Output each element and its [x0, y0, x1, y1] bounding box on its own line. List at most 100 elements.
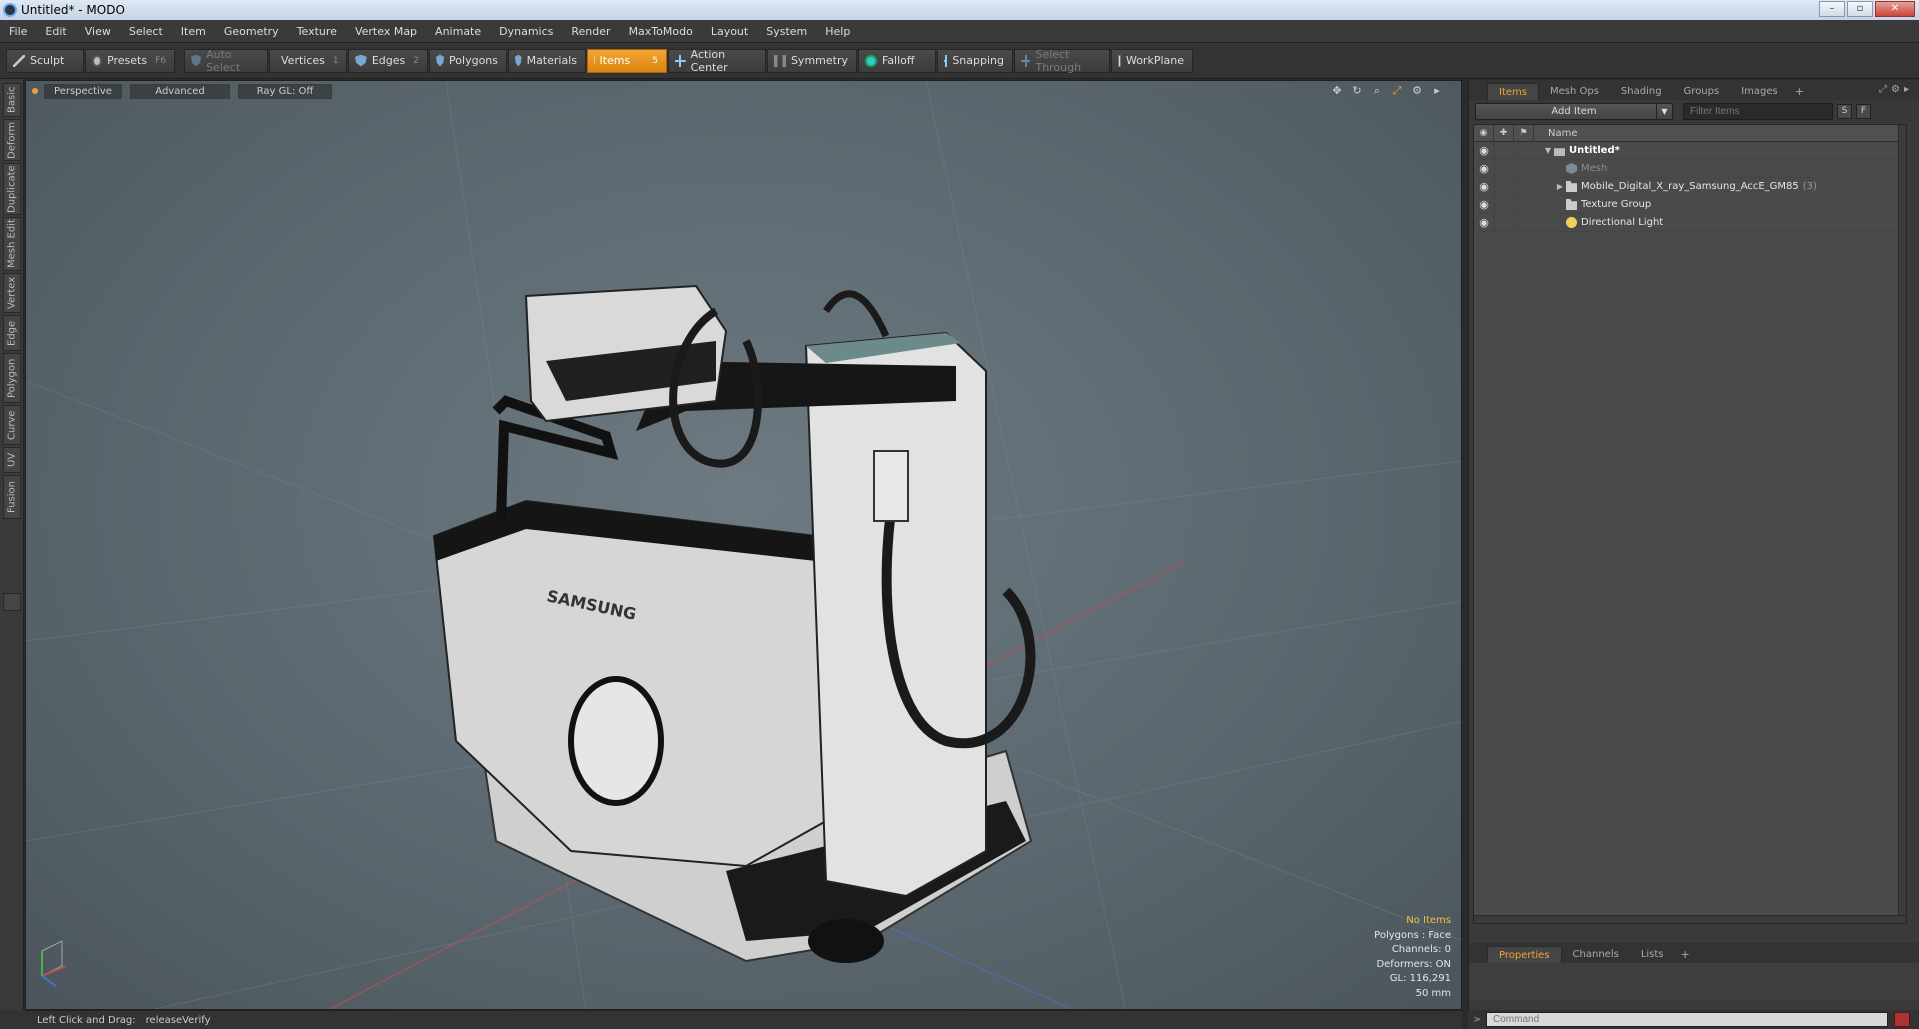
items-button[interactable]: Items 5	[587, 48, 667, 73]
panel-options-icon[interactable]: ⤢⚙▸	[1879, 84, 1913, 95]
name-column-header[interactable]: Name	[1534, 128, 1578, 139]
tab-uv[interactable]: UV	[3, 447, 21, 473]
tab-mesh-edit[interactable]: Mesh Edit	[3, 217, 21, 271]
tab-extra[interactable]	[3, 593, 21, 611]
lock-column-icon[interactable]: ✚	[1494, 124, 1514, 142]
tab-fusion[interactable]: Fusion	[3, 475, 21, 519]
vertices-shortcut: 1	[332, 55, 339, 66]
zoom-icon[interactable]: ⌕	[1371, 85, 1383, 97]
tab-groups[interactable]: Groups	[1673, 83, 1731, 100]
tab-images[interactable]: Images	[1730, 83, 1789, 100]
tab-duplicate[interactable]: Duplicate	[3, 163, 21, 215]
tab-edge[interactable]: Edge	[3, 315, 21, 351]
tree-vertical-scrollbar[interactable]	[1898, 125, 1906, 923]
f-button[interactable]: F	[1856, 103, 1871, 119]
falloff-label: Falloff	[882, 54, 915, 67]
tree-row-directional-light[interactable]: ◉ Directional Light	[1474, 213, 1906, 232]
chevron-down-icon: ▼	[1656, 103, 1672, 119]
menu-item[interactable]: Item	[172, 25, 215, 38]
menu-dynamics[interactable]: Dynamics	[490, 25, 562, 38]
fit-icon[interactable]: ⤢	[1391, 85, 1403, 97]
viewport-info-overlay: No Items Polygons : Face Channels: 0 Def…	[1374, 914, 1451, 1001]
modo-logo-icon	[3, 3, 17, 17]
snapping-button[interactable]: Snapping	[937, 48, 1013, 73]
title-bar: Untitled* - MODO – ▫ ✕	[0, 0, 1919, 20]
eye-icon[interactable]: ◉	[1474, 198, 1494, 211]
sculpt-button[interactable]: Sculpt	[6, 48, 84, 73]
tab-items[interactable]: Items	[1487, 83, 1539, 100]
menu-vertex-map[interactable]: Vertex Map	[346, 25, 426, 38]
tree-horizontal-scrollbar[interactable]	[1474, 915, 1906, 923]
menu-view[interactable]: View	[76, 25, 120, 38]
tree-row-mesh[interactable]: ◉ Mesh	[1474, 159, 1906, 178]
gear-icon[interactable]: ⚙	[1411, 85, 1423, 97]
shading-mode-button[interactable]: Advanced	[130, 83, 230, 99]
xray-cart-model[interactable]: SAMSUNG	[432, 284, 1036, 963]
menu-system[interactable]: System	[757, 25, 816, 38]
symmetry-button[interactable]: Symmetry	[767, 48, 857, 73]
edges-button[interactable]: Edges 2	[348, 48, 428, 73]
texture-group-icon	[1566, 199, 1577, 210]
play-arrow-icon[interactable]: ▸	[1431, 85, 1443, 97]
pan-icon[interactable]: ✥	[1331, 85, 1343, 97]
3d-viewport[interactable]: SAMSUNG Perspective Advanced Ray GL: Off…	[25, 80, 1462, 1010]
add-tab-icon[interactable]: +	[1675, 946, 1696, 963]
type-column-icon[interactable]: ⚑	[1514, 124, 1534, 142]
auto-select-button[interactable]: Auto Select	[184, 48, 268, 74]
maximize-button[interactable]: ▫	[1847, 1, 1873, 17]
workplane-button[interactable]: WorkPlane	[1111, 48, 1193, 73]
visibility-column-eye-icon[interactable]: ◉	[1474, 124, 1494, 142]
eye-icon[interactable]: ◉	[1474, 162, 1494, 175]
command-stop-icon[interactable]	[1894, 1012, 1910, 1027]
s-button[interactable]: S	[1837, 103, 1852, 119]
expand-arrow-icon[interactable]: ▼	[1542, 146, 1554, 155]
menu-layout[interactable]: Layout	[702, 25, 757, 38]
tab-properties[interactable]: Properties	[1487, 946, 1562, 963]
axis-gizmo	[41, 940, 67, 987]
tab-curve[interactable]: Curve	[3, 405, 21, 445]
minimize-button[interactable]: –	[1819, 1, 1845, 17]
tab-deform[interactable]: Deform	[3, 119, 21, 161]
falloff-button[interactable]: Falloff	[858, 48, 936, 73]
menu-file[interactable]: File	[0, 25, 36, 38]
eye-icon[interactable]: ◉	[1474, 144, 1494, 157]
tab-mesh-ops[interactable]: Mesh Ops	[1539, 83, 1610, 100]
action-center-button[interactable]: Action Center	[668, 48, 766, 74]
tab-shading[interactable]: Shading	[1610, 83, 1673, 100]
eye-icon[interactable]: ◉	[1474, 180, 1494, 193]
command-history-arrow-icon[interactable]: >	[1468, 1015, 1486, 1025]
tab-channels[interactable]: Channels	[1562, 946, 1630, 963]
eye-icon[interactable]: ◉	[1474, 216, 1494, 229]
rotate-icon[interactable]: ↻	[1351, 85, 1363, 97]
symmetry-icon	[774, 54, 786, 67]
tab-vertex[interactable]: Vertex	[3, 273, 21, 313]
tree-row-scene[interactable]: ◉ ▼ Untitled*	[1474, 141, 1906, 160]
presets-button[interactable]: Presets F6	[85, 48, 175, 73]
menu-texture[interactable]: Texture	[288, 25, 346, 38]
menu-select[interactable]: Select	[120, 25, 172, 38]
view-mode-button[interactable]: Perspective	[44, 83, 122, 99]
menu-edit[interactable]: Edit	[36, 25, 75, 38]
tab-polygon[interactable]: Polygon	[3, 353, 21, 403]
menu-animate[interactable]: Animate	[426, 25, 490, 38]
raygl-button[interactable]: Ray GL: Off	[238, 83, 332, 99]
tree-row-texture-group[interactable]: ◉ Texture Group	[1474, 195, 1906, 214]
vertices-button[interactable]: Vertices 1	[269, 48, 347, 73]
command-input[interactable]	[1486, 1012, 1888, 1027]
tab-lists[interactable]: Lists	[1630, 946, 1675, 963]
add-item-dropdown[interactable]: Add Item ▼	[1475, 102, 1673, 120]
filter-items-input[interactable]	[1683, 102, 1833, 120]
polygons-button[interactable]: Polygons	[429, 48, 507, 73]
workplane-icon	[1118, 54, 1121, 67]
expand-arrow-icon[interactable]: ▶	[1554, 182, 1566, 191]
menu-geometry[interactable]: Geometry	[215, 25, 288, 38]
tab-basic[interactable]: Basic	[3, 83, 21, 117]
tree-row-xray-model[interactable]: ◉ ▶ Mobile_Digital_X_ray_Samsung_AccE_GM…	[1474, 177, 1906, 196]
materials-button[interactable]: Materials	[508, 48, 586, 73]
menu-maxtomodo[interactable]: MaxToModo	[620, 25, 702, 38]
close-button[interactable]: ✕	[1875, 1, 1915, 17]
add-tab-icon[interactable]: +	[1789, 83, 1810, 100]
menu-render[interactable]: Render	[562, 25, 619, 38]
menu-help[interactable]: Help	[816, 25, 859, 38]
select-through-button[interactable]: Select Through	[1014, 48, 1110, 74]
